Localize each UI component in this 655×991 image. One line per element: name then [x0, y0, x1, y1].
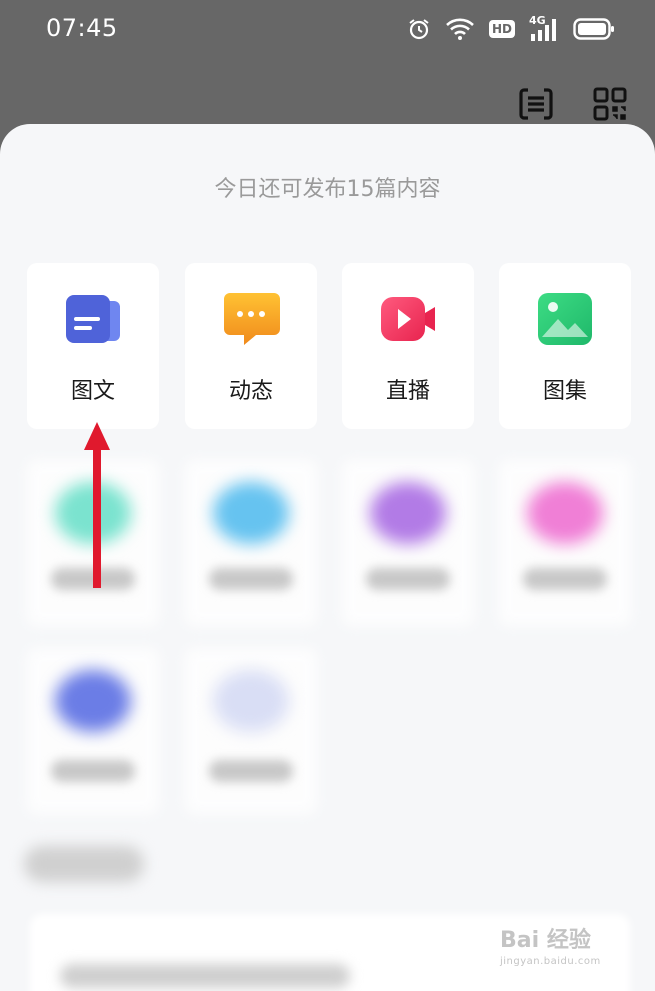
- hd-icon: HD: [488, 20, 515, 38]
- remaining-posts-text: 今日还可发布15篇内容: [214, 177, 441, 202]
- watermark-sub: jingyan.baidu.com: [500, 956, 601, 967]
- blurred-label: [209, 568, 293, 590]
- article-icon: [66, 295, 120, 343]
- blurred-section-label: [24, 846, 144, 882]
- video-camera-icon: [381, 297, 435, 341]
- blurred-label: [366, 568, 450, 590]
- baidu-jingyan-watermark: Bai 经验 jingyan.baidu.com: [500, 918, 630, 974]
- blurred-icon: [370, 482, 446, 544]
- wifi-icon: [446, 18, 474, 40]
- watermark-main: Bai 经验: [500, 928, 591, 953]
- option-article-label: 图文: [70, 379, 115, 404]
- option-gallery[interactable]: 图集: [499, 263, 631, 429]
- scan-icon[interactable]: [518, 86, 554, 122]
- annotation-arrow: [84, 422, 110, 588]
- option-article[interactable]: 图文: [27, 263, 159, 429]
- blurred-bottom-text: [60, 964, 350, 988]
- battery-icon: [573, 18, 614, 40]
- blurred-icon: [55, 670, 131, 732]
- option-moment[interactable]: 动态: [185, 263, 317, 429]
- blurred-label: [209, 760, 293, 782]
- status-time: 07:45: [46, 14, 118, 42]
- status-bar: 07:45 HD 4G: [0, 0, 655, 60]
- option-moment-label: 动态: [228, 379, 273, 404]
- qr-code-icon[interactable]: [592, 86, 628, 122]
- blurred-icon: [213, 482, 289, 544]
- blurred-label: [523, 568, 607, 590]
- signal-4g-icon: 4G: [529, 14, 559, 42]
- chat-bubble-icon: [224, 293, 280, 345]
- image-gallery-icon: [538, 293, 592, 345]
- option-live-label: 直播: [385, 379, 430, 404]
- option-live[interactable]: 直播: [342, 263, 474, 429]
- option-gallery-label: 图集: [542, 379, 587, 404]
- status-icons: HD 4G: [407, 14, 615, 44]
- blurred-icon: [213, 670, 289, 732]
- blurred-icon: [527, 482, 603, 544]
- blurred-label: [51, 760, 135, 782]
- alarm-icon: [409, 19, 429, 40]
